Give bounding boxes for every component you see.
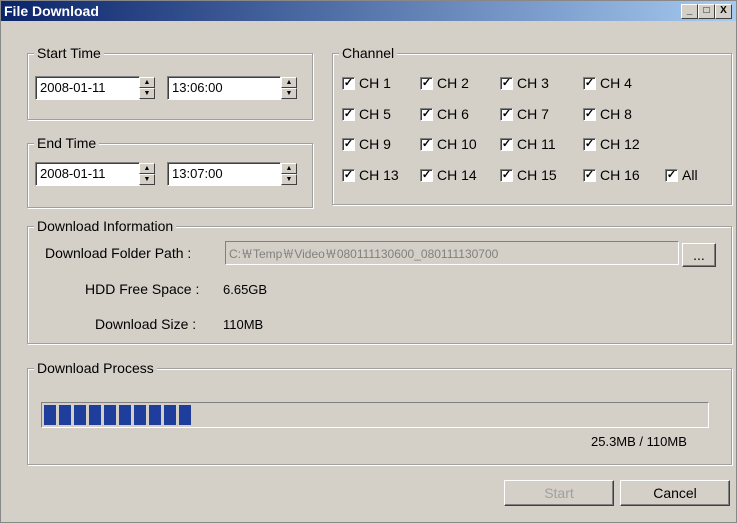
hdd-free-space-label: HDD Free Space :: [85, 281, 200, 297]
end-date-value: 2008-01-11: [40, 166, 106, 181]
channel-label: CH 8: [600, 106, 632, 122]
channel-label: CH 4: [600, 75, 632, 91]
end-date-spinner[interactable]: ▲ ▼: [139, 163, 155, 185]
channel-label: CH 2: [437, 75, 469, 91]
checkbox-check-icon[interactable]: ✓: [420, 138, 433, 151]
download-info-legend: Download Information: [34, 218, 177, 234]
window-title: File Download: [4, 3, 99, 19]
end-time-spinner[interactable]: ▲ ▼: [281, 163, 297, 185]
channel-legend: Channel: [339, 45, 398, 61]
progress-status: 25.3MB / 110MB: [591, 434, 687, 449]
progress-fill: [44, 405, 191, 425]
channel-label: CH 16: [600, 167, 640, 183]
start-time-value: 13:06:00: [172, 80, 223, 95]
download-process-legend: Download Process: [34, 360, 157, 376]
checkbox-check-icon[interactable]: ✓: [500, 77, 513, 90]
channel-all-label: All: [682, 167, 698, 183]
spin-down-icon[interactable]: ▼: [281, 174, 297, 185]
start-date-value: 2008-01-11: [40, 80, 106, 95]
spin-up-icon[interactable]: ▲: [139, 163, 155, 174]
channel-label: CH 1: [359, 75, 391, 91]
channel-label: CH 14: [437, 167, 477, 183]
download-progress-bar: [41, 402, 709, 428]
end-date-field[interactable]: 2008-01-11: [35, 162, 140, 186]
checkbox-check-icon[interactable]: ✓: [420, 77, 433, 90]
start-time-legend: Start Time: [34, 45, 104, 61]
channel-label: CH 6: [437, 106, 469, 122]
start-date-spinner[interactable]: ▲ ▼: [139, 77, 155, 99]
download-size-value: 110MB: [223, 317, 264, 332]
channel-label: CH 12: [600, 136, 640, 152]
channel-label: CH 9: [359, 136, 391, 152]
channel-label: CH 15: [517, 167, 557, 183]
browse-button[interactable]: ...: [682, 243, 716, 267]
checkbox-check-icon[interactable]: ✓: [665, 169, 678, 182]
spin-down-icon[interactable]: ▼: [139, 174, 155, 185]
start-date-field[interactable]: 2008-01-11: [35, 76, 140, 100]
start-time-spinner[interactable]: ▲ ▼: [281, 77, 297, 99]
minimize-button[interactable]: _: [681, 4, 698, 19]
spin-down-icon[interactable]: ▼: [281, 88, 297, 99]
end-time-value: 13:07:00: [172, 166, 223, 181]
checkbox-check-icon[interactable]: ✓: [583, 138, 596, 151]
close-button[interactable]: X: [715, 4, 732, 19]
checkbox-check-icon[interactable]: ✓: [342, 169, 355, 182]
checkbox-check-icon[interactable]: ✓: [583, 77, 596, 90]
checkbox-check-icon[interactable]: ✓: [342, 108, 355, 121]
end-time-field[interactable]: 13:07:00: [167, 162, 281, 186]
start-button[interactable]: Start: [504, 480, 614, 506]
start-time-field[interactable]: 13:06:00: [167, 76, 281, 100]
checkbox-check-icon[interactable]: ✓: [583, 108, 596, 121]
checkbox-check-icon[interactable]: ✓: [420, 169, 433, 182]
channel-label: CH 13: [359, 167, 399, 183]
hdd-free-space-value: 6.65GB: [223, 282, 268, 297]
channel-label: CH 5: [359, 106, 391, 122]
spin-down-icon[interactable]: ▼: [139, 88, 155, 99]
title-bar[interactable]: File Download _ □ X: [1, 1, 736, 21]
channel-label: CH 7: [517, 106, 549, 122]
maximize-button[interactable]: □: [698, 4, 715, 19]
file-download-window: File Download _ □ X Start Time 2008-01-1…: [0, 0, 737, 523]
checkbox-check-icon[interactable]: ✓: [500, 108, 513, 121]
download-size-label: Download Size :: [95, 316, 197, 332]
checkbox-check-icon[interactable]: ✓: [342, 138, 355, 151]
folder-path-value: C:￦Temp￦Video￦080111130600_080111130700: [229, 247, 499, 261]
checkbox-check-icon[interactable]: ✓: [500, 138, 513, 151]
channel-label: CH 3: [517, 75, 549, 91]
spin-up-icon[interactable]: ▲: [281, 77, 297, 88]
spin-up-icon[interactable]: ▲: [281, 163, 297, 174]
channel-label: CH 11: [517, 136, 556, 152]
checkbox-check-icon[interactable]: ✓: [583, 169, 596, 182]
channel-label: CH 10: [437, 136, 477, 152]
checkbox-check-icon[interactable]: ✓: [342, 77, 355, 90]
cancel-button[interactable]: Cancel: [620, 480, 730, 506]
spin-up-icon[interactable]: ▲: [139, 77, 155, 88]
folder-path-label: Download Folder Path :: [45, 245, 192, 261]
end-time-legend: End Time: [34, 135, 100, 151]
checkbox-check-icon[interactable]: ✓: [500, 169, 513, 182]
folder-path-field: C:￦Temp￦Video￦080111130600_080111130700: [225, 241, 679, 265]
checkbox-check-icon[interactable]: ✓: [420, 108, 433, 121]
